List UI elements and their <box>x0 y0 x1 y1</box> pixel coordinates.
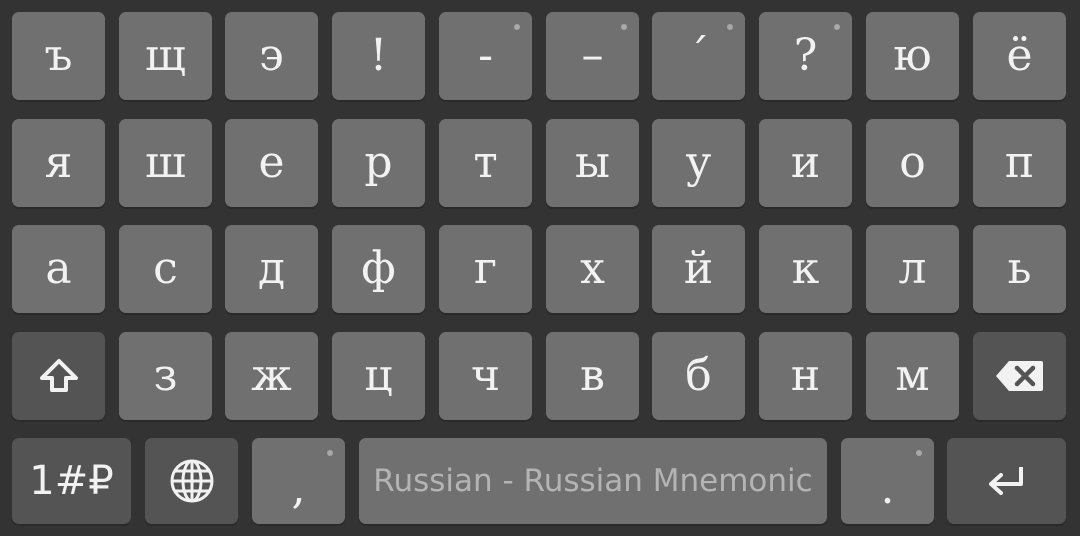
key-de[interactable]: д <box>225 225 318 313</box>
key-label: л <box>898 243 927 294</box>
long-press-dot <box>514 24 520 30</box>
key-em[interactable]: м <box>866 332 959 420</box>
key-label: е <box>258 137 285 188</box>
key-comma[interactable]: , <box>252 438 345 524</box>
long-press-dot <box>727 24 733 30</box>
key-label: , <box>291 463 306 514</box>
space-bar-label: Russian - Russian Mnemonic <box>373 463 813 499</box>
backspace-key[interactable] <box>973 332 1066 420</box>
symbols-label: 1#₽ <box>29 458 114 504</box>
key-label: х <box>580 243 605 294</box>
key-label: н <box>790 350 821 401</box>
key-label: э <box>259 30 284 81</box>
key-label: и <box>790 137 821 188</box>
key-en-dash[interactable]: – <box>546 12 639 100</box>
key-a[interactable]: а <box>12 225 105 313</box>
long-press-dot <box>916 450 922 456</box>
key-ya[interactable]: я <box>12 119 105 207</box>
key-pe[interactable]: п <box>973 119 1066 207</box>
key-label: ч <box>470 350 501 401</box>
key-label: с <box>153 243 178 294</box>
key-label: ц <box>364 350 393 401</box>
key-label: в <box>580 350 605 401</box>
key-label: - <box>478 30 493 81</box>
key-label: ф <box>361 243 396 294</box>
key-shcha[interactable]: щ <box>119 12 212 100</box>
key-label: о <box>899 137 926 188</box>
key-yu[interactable]: ю <box>866 12 959 100</box>
key-label: ь <box>1007 243 1032 294</box>
keyboard: ъ щ э ! - – ´ ? ю ё я ш е р т ы у и о п … <box>0 0 1080 536</box>
key-short-i[interactable]: й <box>652 225 745 313</box>
key-be[interactable]: б <box>652 332 745 420</box>
key-label: я <box>44 137 73 188</box>
key-ka[interactable]: к <box>759 225 852 313</box>
key-label: ? <box>793 30 818 81</box>
key-o[interactable]: о <box>866 119 959 207</box>
key-hard-sign[interactable]: ъ <box>12 12 105 100</box>
key-ye[interactable]: е <box>225 119 318 207</box>
key-label: ю <box>893 30 932 81</box>
enter-icon <box>985 464 1029 498</box>
key-label: й <box>683 243 714 294</box>
long-press-dot <box>327 450 333 456</box>
key-kha[interactable]: х <box>546 225 639 313</box>
key-label: а <box>45 243 72 294</box>
key-exclamation[interactable]: ! <box>332 12 425 100</box>
key-ge[interactable]: г <box>439 225 532 313</box>
key-label: т <box>473 137 498 188</box>
key-label: м <box>895 350 930 401</box>
key-label: ы <box>574 137 611 188</box>
key-period[interactable]: . <box>841 438 934 524</box>
key-i[interactable]: и <box>759 119 852 207</box>
key-tse[interactable]: ц <box>332 332 425 420</box>
key-label: ё <box>1006 30 1033 81</box>
key-label: р <box>364 137 393 188</box>
key-label: г <box>473 243 498 294</box>
key-label: ´ <box>687 30 710 81</box>
key-er[interactable]: р <box>332 119 425 207</box>
key-label: д <box>257 243 286 294</box>
key-soft-sign[interactable]: ь <box>973 225 1066 313</box>
key-te[interactable]: т <box>439 119 532 207</box>
key-label: ж <box>251 350 292 401</box>
key-zhe[interactable]: ж <box>225 332 318 420</box>
language-key[interactable] <box>145 438 238 524</box>
key-ef[interactable]: ф <box>332 225 425 313</box>
enter-key[interactable] <box>947 438 1066 524</box>
key-label: б <box>685 350 712 401</box>
shift-key[interactable] <box>12 332 105 420</box>
key-en[interactable]: н <box>759 332 852 420</box>
key-label: з <box>153 350 178 401</box>
key-label: ъ <box>44 30 73 81</box>
key-label: – <box>581 30 604 81</box>
key-label: . <box>880 463 895 514</box>
key-yery[interactable]: ы <box>546 119 639 207</box>
key-ze[interactable]: з <box>119 332 212 420</box>
key-u[interactable]: у <box>652 119 745 207</box>
key-label: к <box>791 243 820 294</box>
backspace-icon <box>995 359 1045 393</box>
symbols-key[interactable]: 1#₽ <box>12 438 131 524</box>
key-yo[interactable]: ё <box>973 12 1066 100</box>
key-hyphen[interactable]: - <box>439 12 532 100</box>
key-che[interactable]: ч <box>439 332 532 420</box>
key-es[interactable]: с <box>119 225 212 313</box>
key-question[interactable]: ? <box>759 12 852 100</box>
long-press-dot <box>834 24 840 30</box>
space-bar[interactable]: Russian - Russian Mnemonic <box>359 438 827 524</box>
key-ve[interactable]: в <box>546 332 639 420</box>
shift-icon <box>39 358 79 394</box>
key-label: у <box>685 137 712 188</box>
long-press-dot <box>621 24 627 30</box>
key-sha[interactable]: ш <box>119 119 212 207</box>
key-label: ш <box>145 137 186 188</box>
globe-icon <box>169 458 215 504</box>
key-label: п <box>1004 137 1035 188</box>
key-label: ! <box>369 30 388 81</box>
key-e-reversed[interactable]: э <box>225 12 318 100</box>
key-label: щ <box>145 30 186 81</box>
key-acute-accent[interactable]: ´ <box>652 12 745 100</box>
key-el[interactable]: л <box>866 225 959 313</box>
